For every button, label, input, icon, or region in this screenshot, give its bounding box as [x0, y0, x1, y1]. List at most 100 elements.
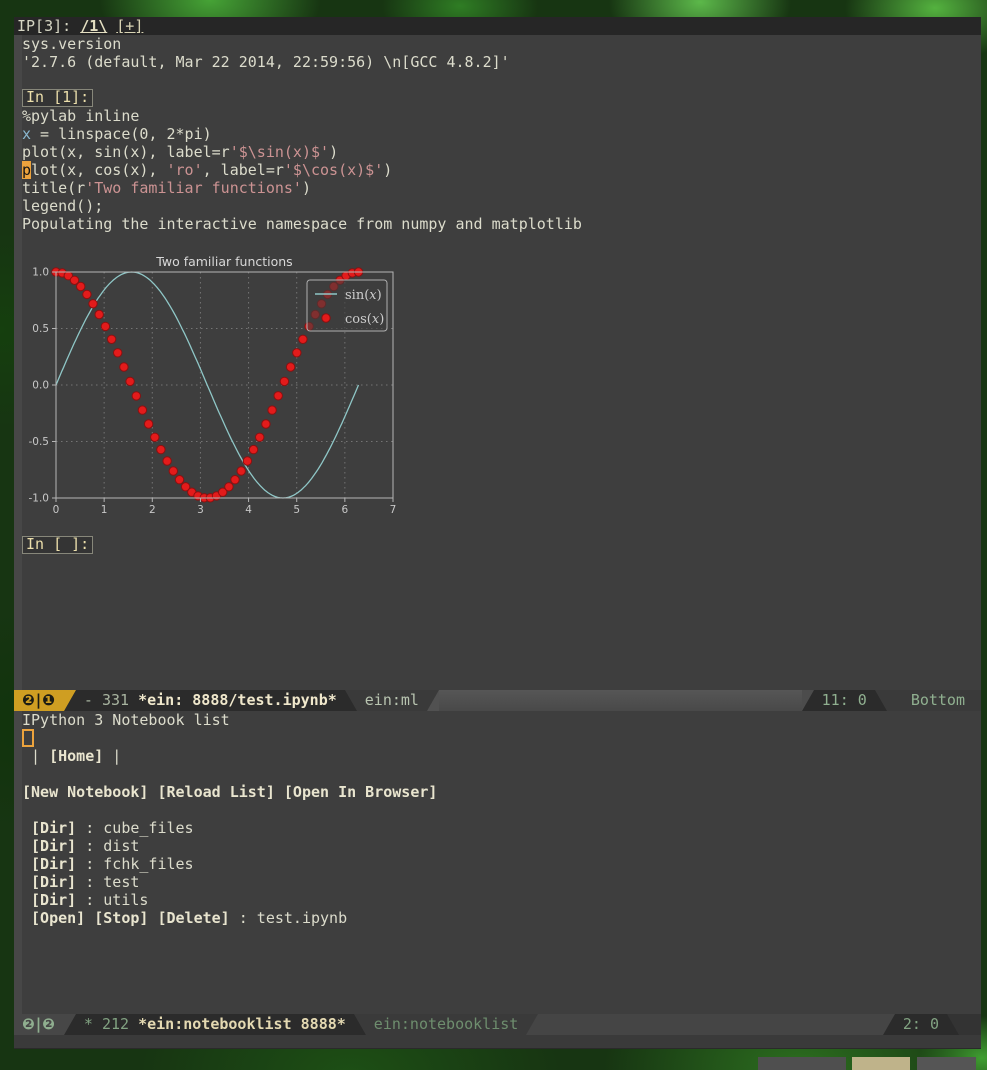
open-notebook-button[interactable]: [Open]	[31, 909, 85, 927]
buffer-line[interactable]: | [Home] |	[22, 747, 437, 765]
matplotlib-figure: 01234567-1.0-0.50.00.51.0Two familiar fu…	[22, 253, 442, 517]
buffer-line[interactable]	[22, 729, 437, 747]
buffer-line[interactable]: title(r'Two familiar functions')	[22, 179, 582, 197]
delete-notebook-button[interactable]: [Delete]	[157, 909, 229, 927]
buffer-line[interactable]: plot(x, sin(x), label=r'$\sin(x)$')	[22, 143, 582, 161]
dir-button[interactable]: [Dir]	[31, 873, 76, 891]
buffer-line[interactable]: IPython 3 Notebook list	[22, 711, 437, 729]
powerline-separator	[64, 1014, 76, 1035]
buffer-line[interactable]: plot(x, cos(x), 'ro', label=r'$\cos(x)$'…	[22, 161, 582, 179]
input-prompt-empty: In [ ]:	[22, 536, 93, 554]
buffer-line[interactable]: sys.version	[22, 35, 582, 53]
svg-text:1: 1	[101, 504, 108, 516]
svg-text:-1.0: -1.0	[29, 493, 50, 505]
notebooklist-buffer[interactable]: IPython 3 Notebook list | [Home] | [New N…	[22, 711, 437, 927]
powerline-separator	[64, 690, 76, 711]
svg-text:-0.5: -0.5	[29, 436, 50, 448]
powerline-separator	[875, 690, 887, 711]
home-button[interactable]: [Home]	[49, 747, 103, 765]
dir-button[interactable]: [Dir]	[31, 819, 76, 837]
window-number-badge: ❷|❶	[14, 690, 64, 711]
svg-text:5: 5	[293, 504, 300, 516]
inactive-cursor	[22, 729, 34, 747]
text-run: )	[329, 143, 338, 161]
reload-list-button[interactable]: [Reload List]	[157, 783, 274, 801]
buffer-line[interactable]: [Open] [Stop] [Delete] : test.ipynb	[22, 909, 437, 927]
dir-button[interactable]: [Dir]	[31, 855, 76, 873]
buffer-name[interactable]: *ein: 8888/test.ipynb*	[138, 691, 337, 709]
buffer-line[interactable]: [Dir] : utils	[22, 891, 437, 909]
text-run	[22, 855, 31, 873]
major-mode[interactable]: ein:notebooklist	[374, 1015, 519, 1033]
dir-button[interactable]: [Dir]	[31, 837, 76, 855]
buffer-line[interactable]: [Dir] : dist	[22, 837, 437, 855]
tab-new-button[interactable]: [+]	[116, 17, 143, 35]
major-mode[interactable]: ein:ml	[365, 691, 419, 709]
emacs-frame: IP[3]: /1\ [+] sys.version'2.7.6 (default,…	[14, 17, 981, 1049]
buffer-line[interactable]: [New Notebook] [Reload List] [Open In Br…	[22, 783, 437, 801]
svg-text:7: 7	[390, 504, 397, 516]
chart-canvas: 01234567-1.0-0.50.00.51.0Two familiar fu…	[22, 253, 442, 517]
open-in-browser-button[interactable]: [Open In Browser]	[284, 783, 438, 801]
modeline-filler	[439, 690, 802, 711]
taskbar-block[interactable]	[917, 1057, 976, 1070]
modeline-notebooklist[interactable]: ❷|❷ * 212 *ein:notebooklist 8888* ein:no…	[14, 1014, 981, 1035]
string-literal: '$\cos(x)$'	[284, 161, 383, 179]
powerline-separator	[802, 690, 814, 711]
dir-button[interactable]: [Dir]	[31, 891, 76, 909]
text-run	[22, 837, 31, 855]
buffer-line[interactable]: [Dir] : cube_files	[22, 819, 437, 837]
buffer-line[interactable]: legend();	[22, 197, 582, 215]
text-run: |	[22, 747, 49, 765]
string-literal: 'ro'	[167, 161, 203, 179]
buffer-line[interactable]	[22, 765, 437, 783]
text-run: : cube_files	[76, 819, 193, 837]
modeline-notebook[interactable]: ❷|❶ - 331 *ein: 8888/test.ipynb* ein:ml …	[14, 690, 981, 711]
text-run: legend();	[22, 197, 103, 215]
buffer-line[interactable]: %pylab inline	[22, 107, 582, 125]
powerline-separator	[947, 1014, 959, 1035]
minibuffer[interactable]	[14, 1035, 981, 1048]
text-run	[22, 891, 31, 909]
text-run	[85, 909, 94, 927]
text-run: IPython 3 Notebook list	[22, 711, 230, 729]
buffer-position: - 331	[84, 691, 129, 709]
variable-name: x	[22, 125, 31, 143]
buffer-line[interactable]: In [1]:	[22, 89, 582, 107]
text-run: : test.ipynb	[230, 909, 347, 927]
notebook-buffer[interactable]: sys.version'2.7.6 (default, Mar 22 2014,…	[22, 35, 582, 233]
svg-text:sin(x): sin(x)	[345, 288, 382, 303]
buffer-line[interactable]	[22, 801, 437, 819]
stop-notebook-button[interactable]: [Stop]	[94, 909, 148, 927]
buffer-line[interactable]: Populating the interactive namespace fro…	[22, 215, 582, 233]
notebook-tab-bar: IP[3]: /1\ [+]	[14, 17, 981, 35]
buffer-line[interactable]	[22, 71, 582, 89]
text-run: , label=r	[203, 161, 284, 179]
taskbar-block[interactable]	[852, 1057, 910, 1070]
text-run: sys.version	[22, 35, 121, 53]
powerline-separator	[354, 1014, 366, 1035]
svg-text:4: 4	[245, 504, 252, 516]
window-number-badge: ❷|❷	[14, 1014, 64, 1035]
svg-text:0.0: 0.0	[32, 380, 49, 392]
buffer-line[interactable]: [Dir] : fchk_files	[22, 855, 437, 873]
buffer-line[interactable]: [Dir] : test	[22, 873, 437, 891]
buffer-line[interactable]: x = linspace(0, 2*pi)	[22, 125, 582, 143]
tab-current[interactable]: /1\	[80, 17, 107, 35]
empty-cell-prompt-row[interactable]: In [ ]:	[22, 536, 93, 554]
buffer-name[interactable]: *ein:notebooklist 8888*	[138, 1015, 346, 1033]
text-run: : dist	[76, 837, 139, 855]
new-notebook-button[interactable]: [New Notebook]	[22, 783, 148, 801]
buffer-line[interactable]: '2.7.6 (default, Mar 22 2014, 22:59:56) …	[22, 53, 582, 71]
text-run: '2.7.6 (default, Mar 22 2014, 22:59:56) …	[22, 53, 510, 71]
text-run: : fchk_files	[76, 855, 193, 873]
tab-bar-title: IP[3]:	[17, 17, 71, 35]
powerline-separator	[526, 1014, 538, 1035]
svg-text:6: 6	[342, 504, 349, 516]
modeline-tail	[959, 1014, 981, 1035]
taskbar-block[interactable]	[758, 1057, 846, 1070]
powerline-separator	[883, 1014, 895, 1035]
scroll-position: Bottom	[911, 691, 965, 709]
svg-text:0: 0	[53, 504, 60, 516]
text-run: : utils	[76, 891, 148, 909]
